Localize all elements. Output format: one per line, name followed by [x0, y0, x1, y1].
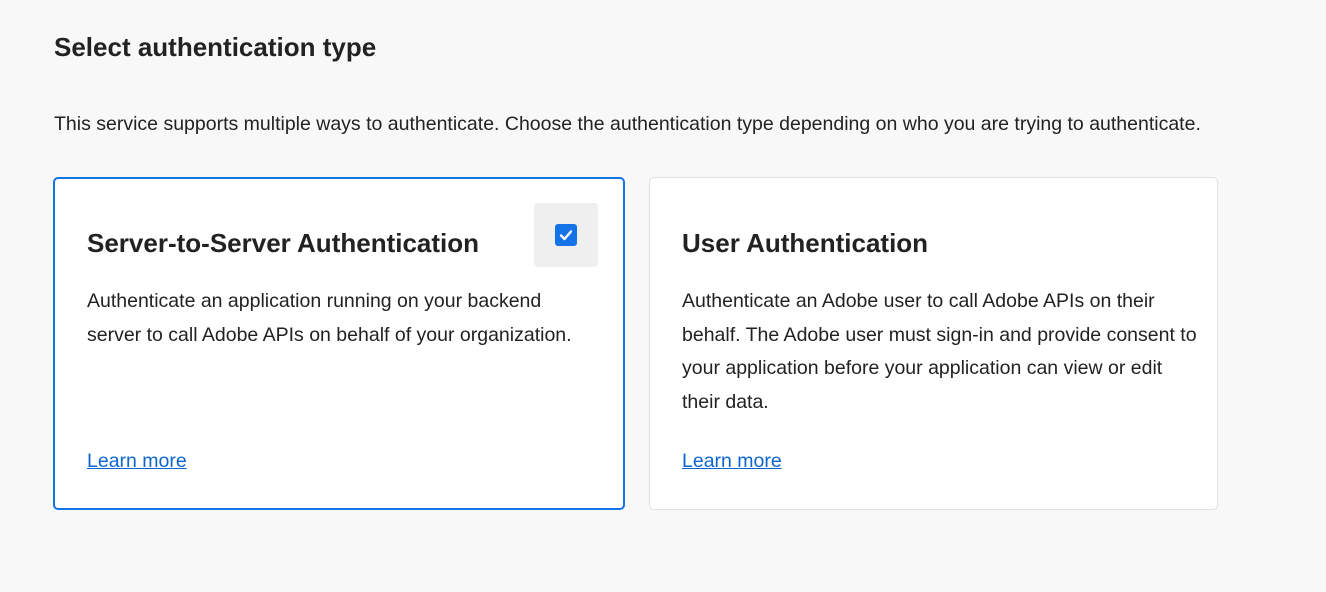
page-description: This service supports multiple ways to a…	[54, 113, 1201, 135]
learn-more-link[interactable]: Learn more	[682, 447, 782, 475]
page-title: Select authentication type	[54, 32, 377, 62]
card-title: Server-to-Server Authentication	[87, 228, 480, 258]
card-description: Authenticate an Adobe user to call Adobe…	[682, 290, 1197, 413]
learn-more-link[interactable]: Learn more	[87, 447, 187, 475]
card-description: Authenticate an application running on y…	[87, 290, 572, 346]
checkmark-icon	[555, 224, 577, 246]
server-to-server-auth-card[interactable]: Server-to-Server Authentication Authenti…	[53, 177, 625, 510]
selection-checkbox[interactable]	[534, 203, 598, 267]
user-auth-card[interactable]: User Authentication Authenticate an Adob…	[649, 177, 1218, 510]
card-title: User Authentication	[682, 228, 929, 258]
